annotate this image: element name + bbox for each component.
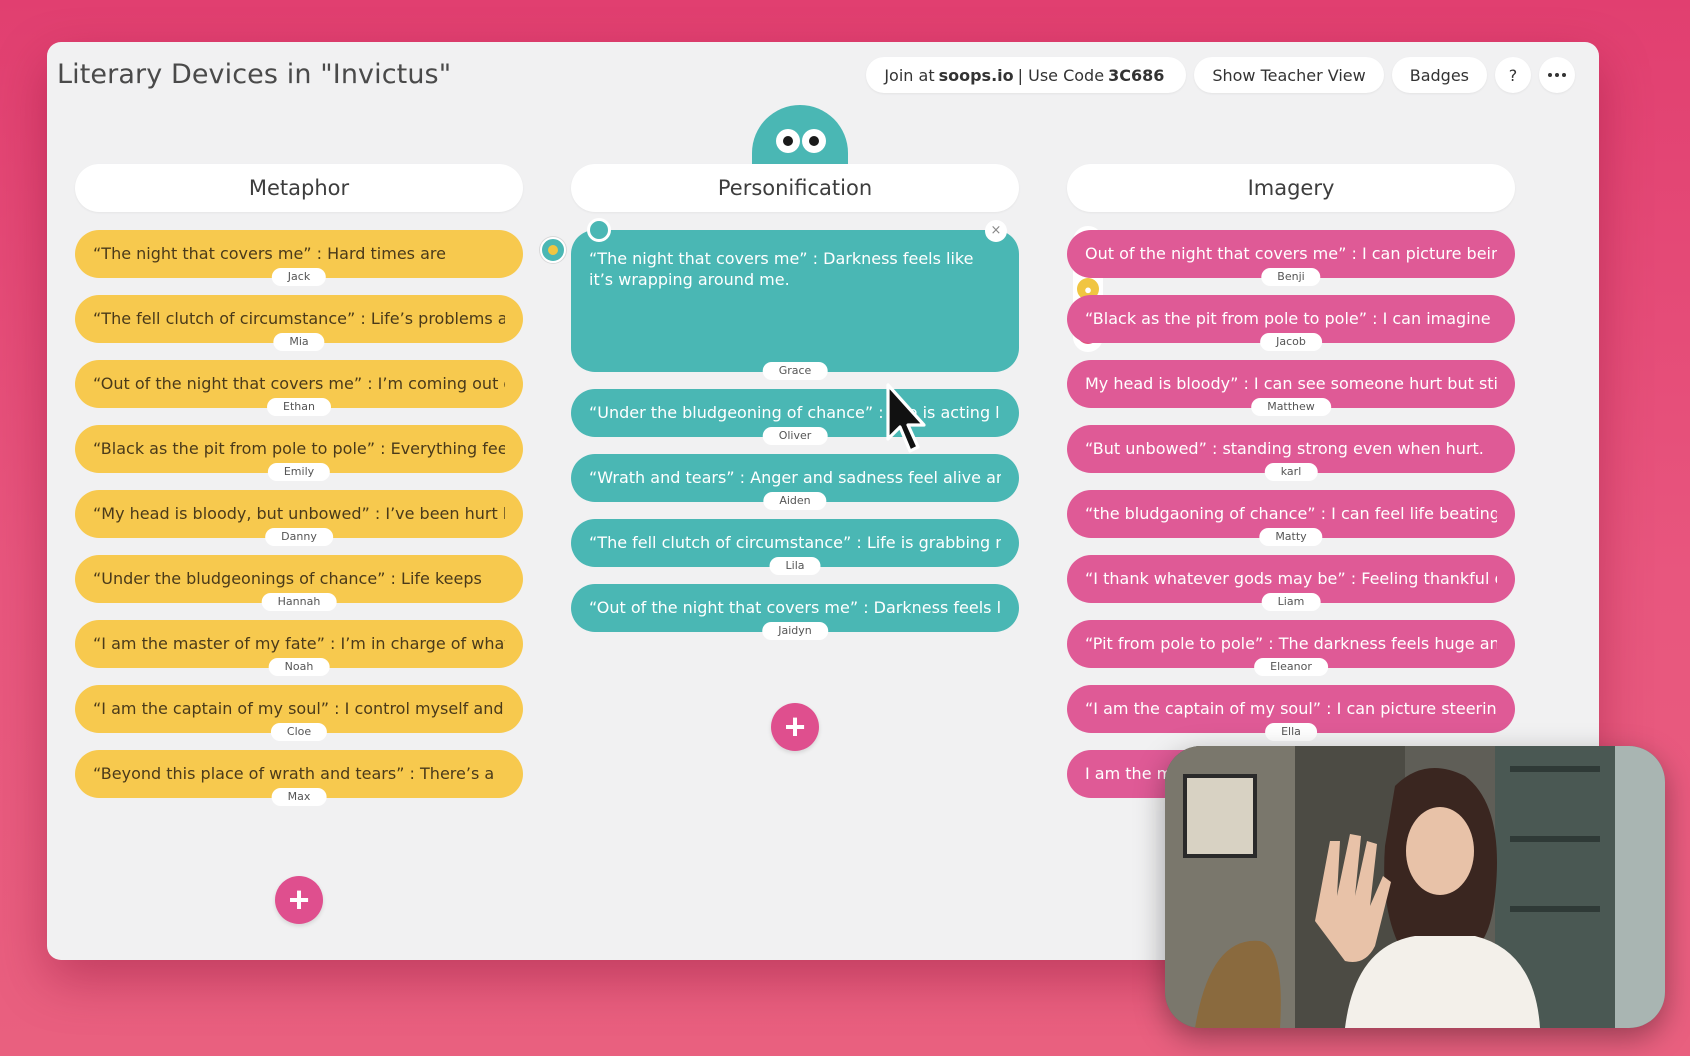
teacher-view-button[interactable]: Show Teacher View — [1194, 57, 1384, 93]
help-button[interactable]: ? — [1495, 57, 1531, 93]
column-metaphor: Metaphor “The night that covers me” : Ha… — [75, 164, 523, 924]
join-mid: | Use Code — [1017, 65, 1105, 85]
post-author: Emily — [267, 463, 331, 481]
post-card[interactable]: Out of the night that covers me” : I can… — [1067, 230, 1515, 286]
post-card[interactable]: “Wrath and tears” : Anger and sadness fe… — [571, 454, 1019, 510]
post-author: Lila — [769, 557, 821, 575]
close-icon[interactable]: × — [985, 220, 1007, 242]
post-author: Cloe — [270, 723, 328, 741]
post-author: Max — [271, 788, 327, 806]
post-author: Noah — [268, 658, 330, 676]
drag-handle[interactable] — [587, 218, 611, 242]
post-card[interactable]: “The fell clutch of circumstance” : Life… — [571, 519, 1019, 575]
post-author: Danny — [265, 528, 333, 546]
post-text: “The night that covers me” : Darkness fe… — [589, 249, 974, 289]
post-card[interactable]: “I am the captain of my soul” : I can pi… — [1067, 685, 1515, 741]
post-card[interactable]: My head is bloody” : I can see someone h… — [1067, 360, 1515, 416]
more-icon — [1548, 73, 1566, 77]
badges-button[interactable]: Badges — [1391, 57, 1487, 93]
post-card[interactable]: “Beyond this place of wrath and tears” :… — [75, 750, 523, 806]
webcam-video — [1165, 746, 1665, 1028]
post-author: Matthew — [1251, 398, 1331, 416]
post-card[interactable]: “Out of the night that covers me” : Dark… — [571, 584, 1019, 640]
post-card[interactable]: “Black as the pit from pole to pole” : I… — [1067, 295, 1515, 351]
add-post-button-personification[interactable]: + — [771, 703, 819, 751]
join-code-pill[interactable]: Join at soops.io | Use Code 3C686 — [866, 57, 1187, 93]
board-title: Literary Devices in "Invictus" — [57, 59, 452, 90]
post-author: Mia — [273, 333, 325, 351]
presenter-image — [1165, 746, 1665, 1028]
target-icon[interactable] — [540, 237, 566, 263]
post-card[interactable]: “I thank whatever gods may be” : Feeling… — [1067, 555, 1515, 611]
add-post-button-metaphor[interactable]: + — [275, 876, 323, 924]
top-bar: Join at soops.io | Use Code 3C686 Show T… — [866, 57, 1575, 93]
post-author: Liam — [1261, 593, 1321, 611]
column-title: Metaphor — [75, 164, 523, 212]
column-imagery: Imagery Out of the night that covers me”… — [1067, 164, 1515, 815]
post-card[interactable]: “But unbowed” : standing strong even whe… — [1067, 425, 1515, 481]
post-card[interactable]: “The fell clutch of circumstance” : Life… — [75, 295, 523, 351]
post-card[interactable]: “Under the bludgeonings of chance” : Lif… — [75, 555, 523, 611]
post-author: Benji — [1261, 268, 1321, 286]
post-card[interactable]: “My head is bloody, but unbowed” : I’ve … — [75, 490, 523, 546]
post-author: Jacob — [1260, 333, 1322, 351]
post-card[interactable]: “I am the captain of my soul” : I contro… — [75, 685, 523, 741]
more-button[interactable] — [1539, 57, 1575, 93]
post-author: Eleanor — [1254, 658, 1328, 676]
post-author: Hannah — [261, 593, 337, 611]
post-author: Ethan — [267, 398, 331, 416]
post-card[interactable]: “Black as the pit from pole to pole” : E… — [75, 425, 523, 481]
post-author: Oliver — [762, 427, 828, 445]
post-card[interactable]: “The night that covers me” : Hard times … — [75, 230, 523, 286]
post-card[interactable]: “Pit from pole to pole” : The darkness f… — [1067, 620, 1515, 676]
post-author: Matty — [1259, 528, 1323, 546]
post-card-selected[interactable]: × “The night that covers me” : Darkness … — [571, 218, 1019, 380]
post-card[interactable]: “I am the master of my fate” : I’m in ch… — [75, 620, 523, 676]
post-card[interactable]: “the bludgaoning of chance” : I can feel… — [1067, 490, 1515, 546]
post-author: Aiden — [763, 492, 827, 510]
post-author: Jack — [271, 268, 327, 286]
post-author: Ella — [1265, 723, 1317, 741]
mascot-icon — [752, 105, 848, 171]
post-author: Grace — [762, 362, 828, 380]
cursor-icon — [886, 383, 926, 453]
post-card[interactable]: “Out of the night that covers me” : I’m … — [75, 360, 523, 416]
join-prefix: Join at — [884, 65, 935, 85]
column-personification: Personification × “The night that covers… — [571, 164, 1019, 751]
join-code: 3C686 — [1108, 65, 1165, 85]
join-site: soops.io — [938, 65, 1014, 85]
post-card[interactable]: “Under the bludgeoning of chance” : Life… — [571, 389, 1019, 445]
post-author: karl — [1264, 463, 1318, 481]
column-title: Personification — [571, 164, 1019, 212]
post-author: Jaidyn — [762, 622, 828, 640]
column-title: Imagery — [1067, 164, 1515, 212]
